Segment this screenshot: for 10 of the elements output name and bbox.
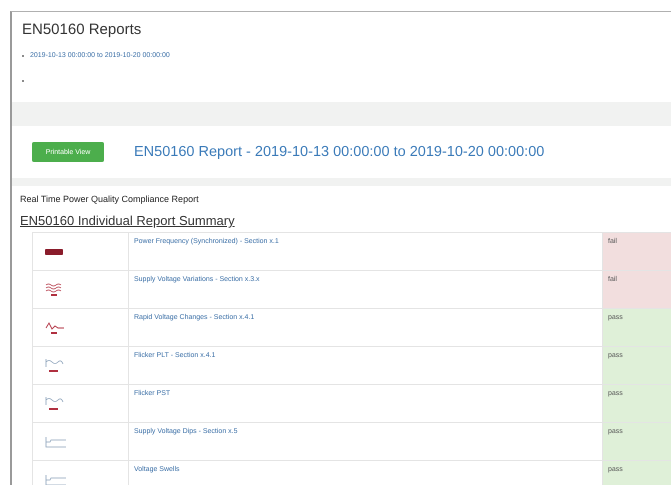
dip-icon xyxy=(45,436,67,448)
wave-icon xyxy=(45,320,65,334)
report-title: EN50160 Report - 2019-10-13 00:00:00 to 2019-10-20 00:00:00 xyxy=(134,144,544,160)
flicker-icon xyxy=(45,396,65,411)
page-title: EN50160 Reports xyxy=(21,20,142,40)
dip-icon xyxy=(45,474,67,485)
frequency-icon xyxy=(45,248,63,254)
report-subtitle: Real Time Power Quality Compliance Report xyxy=(19,193,200,204)
flicker-icon xyxy=(45,358,65,373)
summary-heading: EN50160 Individual Report Summary xyxy=(19,212,236,230)
